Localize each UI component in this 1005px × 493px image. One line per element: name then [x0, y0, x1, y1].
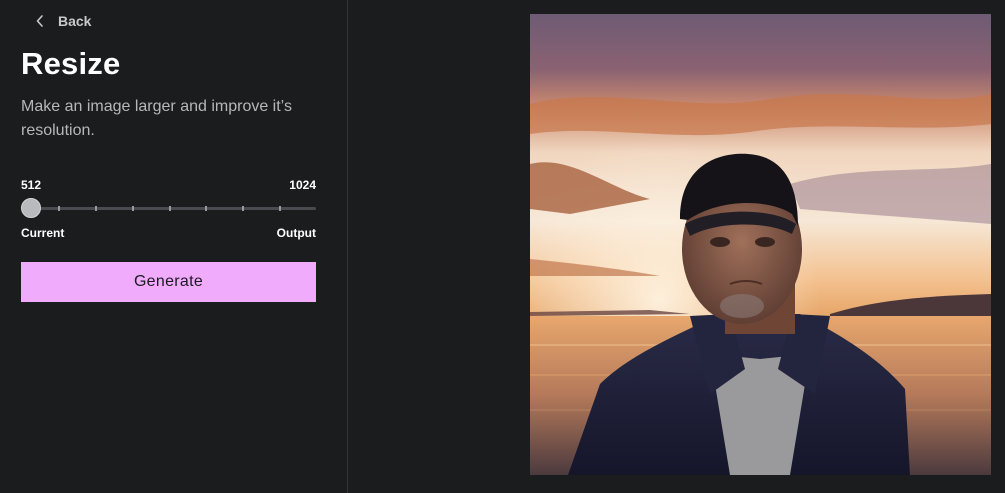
page-description: Make an image larger and improve it’s re…	[21, 98, 292, 139]
slider-max-value: 1024	[289, 178, 316, 192]
slider-output-label: Output	[276, 226, 316, 240]
slider-thumb[interactable]	[21, 198, 41, 218]
page-title: Resize	[21, 46, 121, 81]
slider-tick	[132, 206, 134, 211]
resolution-slider: 512 1024 Current Output	[21, 176, 316, 242]
slider-min-value: 512	[21, 178, 42, 192]
portrait-photo	[530, 14, 991, 475]
resize-app: Back Resize Make an image larger and imp…	[0, 0, 1005, 493]
preview-image	[530, 14, 991, 475]
slider-tick	[205, 206, 207, 211]
slider-tick	[242, 206, 244, 211]
slider-tick	[95, 206, 97, 211]
chevron-left-icon	[35, 14, 45, 28]
sidebar-panel: Back Resize Make an image larger and imp…	[0, 0, 348, 493]
slider-tick	[279, 206, 281, 211]
slider-tick	[58, 206, 60, 211]
back-button[interactable]: Back	[35, 11, 91, 31]
slider-current-label: Current	[21, 226, 65, 240]
back-label: Back	[58, 13, 92, 29]
slider-tick	[169, 206, 171, 211]
slider-track[interactable]	[21, 206, 316, 211]
generate-button[interactable]: Generate	[21, 262, 316, 302]
